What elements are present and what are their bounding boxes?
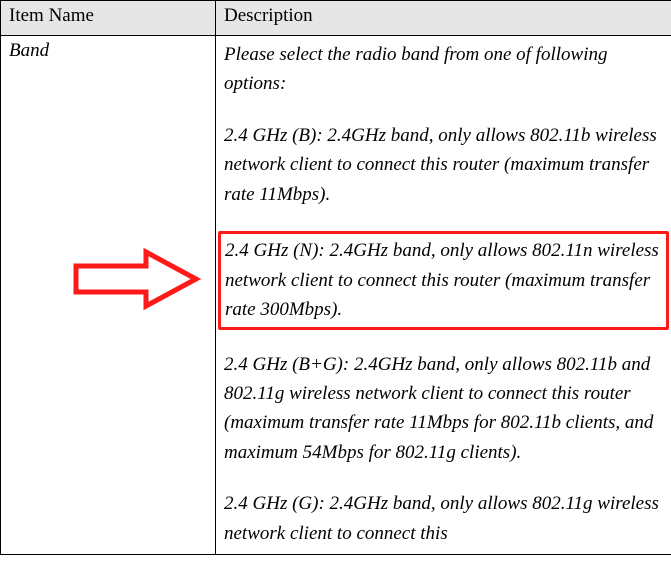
settings-table: Item Name Description Band Please select… bbox=[0, 0, 671, 555]
option-n-text: 2.4 GHz (N): 2.4GHz band, only allows 80… bbox=[225, 240, 659, 320]
option-n-highlighted: 2.4 GHz (N): 2.4GHz band, only allows 80… bbox=[218, 231, 669, 329]
option-b-text: 2.4 GHz (B): 2.4GHz band, only allows 80… bbox=[224, 121, 663, 209]
table-row: Band Please select the radio band from o… bbox=[1, 36, 671, 555]
table-header-row: Item Name Description bbox=[1, 1, 671, 36]
option-bg-text: 2.4 GHz (B+G): 2.4GHz band, only allows … bbox=[224, 350, 663, 468]
intro-text: Please select the radio band from one of… bbox=[224, 40, 663, 99]
description-cell: Please select the radio band from one of… bbox=[216, 36, 671, 555]
header-item-name: Item Name bbox=[1, 1, 216, 36]
item-name-cell: Band bbox=[1, 36, 216, 555]
header-description: Description bbox=[216, 1, 671, 36]
option-g-text: 2.4 GHz (G): 2.4GHz band, only allows 80… bbox=[224, 489, 663, 548]
